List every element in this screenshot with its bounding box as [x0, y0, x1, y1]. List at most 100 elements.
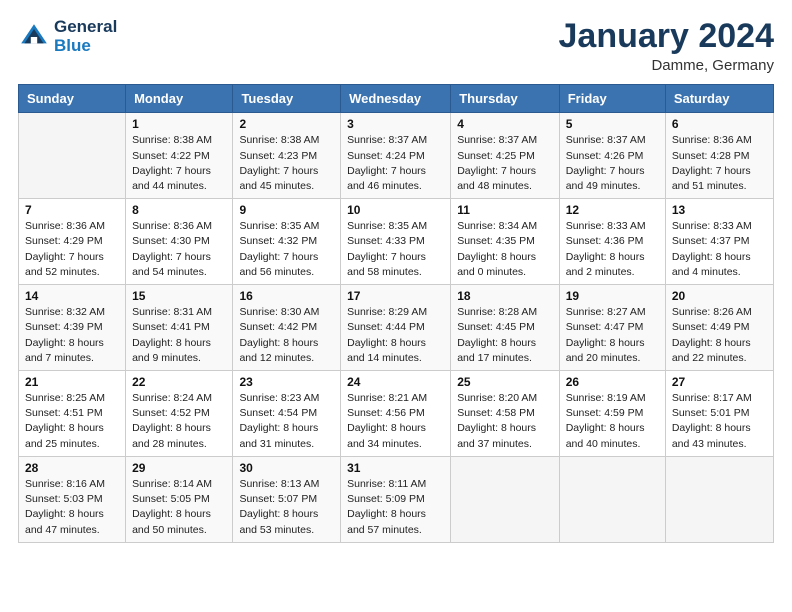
week-row-3: 14 Sunrise: 8:32 AM Sunset: 4:39 PM Dayli… — [19, 285, 774, 371]
calendar-cell: 30Sunrise: 8:13 AM Sunset: 5:07 PM Dayli… — [233, 456, 341, 542]
day-number: 13 — [672, 203, 767, 217]
logo-text: General Blue — [54, 18, 117, 55]
calendar-cell: 14 Sunrise: 8:32 AM Sunset: 4:39 PM Dayli… — [19, 285, 126, 371]
day-number: 18 — [457, 289, 552, 303]
day-info: Sunrise: 8:26 AM Sunset: 4:49 PM Dayligh… — [672, 305, 767, 366]
calendar-cell: 8 Sunrise: 8:36 AM Sunset: 4:30 PM Daylig… — [126, 199, 233, 285]
calendar-cell: 17 Sunrise: 8:29 AM Sunset: 4:44 PM Dayli… — [341, 285, 451, 371]
calendar-table: SundayMondayTuesdayWednesdayThursdayFrid… — [18, 84, 774, 542]
day-number: 27 — [672, 375, 767, 389]
calendar-cell: 13 Sunrise: 8:33 AM Sunset: 4:37 PM Dayli… — [665, 199, 773, 285]
week-row-4: 21 Sunrise: 8:25 AM Sunset: 4:51 PM Dayli… — [19, 371, 774, 457]
day-info: Sunrise: 8:28 AM Sunset: 4:45 PM Dayligh… — [457, 305, 552, 366]
calendar-cell: 10 Sunrise: 8:35 AM Sunset: 4:33 PM Dayli… — [341, 199, 451, 285]
weekday-monday: Monday — [126, 85, 233, 113]
calendar-cell: 3 Sunrise: 8:37 AM Sunset: 4:24 PM Daylig… — [341, 113, 451, 199]
calendar-cell — [559, 456, 665, 542]
day-number: 17 — [347, 289, 444, 303]
weekday-friday: Friday — [559, 85, 665, 113]
day-number: 8 — [132, 203, 226, 217]
calendar-cell: 31Sunrise: 8:11 AM Sunset: 5:09 PM Dayli… — [341, 456, 451, 542]
day-number: 1 — [132, 117, 226, 131]
day-info: Sunrise: 8:37 AM Sunset: 4:25 PM Dayligh… — [457, 133, 552, 194]
day-info: Sunrise: 8:38 AM Sunset: 4:23 PM Dayligh… — [239, 133, 334, 194]
day-info: Sunrise: 8:36 AM Sunset: 4:30 PM Dayligh… — [132, 219, 226, 280]
day-number: 26 — [566, 375, 659, 389]
calendar-cell: 22 Sunrise: 8:24 AM Sunset: 4:52 PM Dayli… — [126, 371, 233, 457]
day-info: Sunrise: 8:19 AM Sunset: 4:59 PM Dayligh… — [566, 391, 659, 452]
calendar-cell: 20 Sunrise: 8:26 AM Sunset: 4:49 PM Dayli… — [665, 285, 773, 371]
day-info: Sunrise: 8:31 AM Sunset: 4:41 PM Dayligh… — [132, 305, 226, 366]
day-info: Sunrise: 8:36 AM Sunset: 4:29 PM Dayligh… — [25, 219, 119, 280]
day-info: Sunrise: 8:37 AM Sunset: 4:24 PM Dayligh… — [347, 133, 444, 194]
day-info: Sunrise: 8:29 AM Sunset: 4:44 PM Dayligh… — [347, 305, 444, 366]
calendar-subtitle: Damme, Germany — [559, 57, 775, 74]
logo: General Blue — [18, 18, 117, 55]
day-number: 11 — [457, 203, 552, 217]
day-number: 9 — [239, 203, 334, 217]
calendar-cell: 18 Sunrise: 8:28 AM Sunset: 4:45 PM Dayli… — [451, 285, 559, 371]
day-number: 6 — [672, 117, 767, 131]
week-row-5: 28Sunrise: 8:16 AM Sunset: 5:03 PM Dayli… — [19, 456, 774, 542]
day-info: Sunrise: 8:32 AM Sunset: 4:39 PM Dayligh… — [25, 305, 119, 366]
calendar-cell: 5 Sunrise: 8:37 AM Sunset: 4:26 PM Daylig… — [559, 113, 665, 199]
calendar-cell: 19Sunrise: 8:27 AM Sunset: 4:47 PM Dayli… — [559, 285, 665, 371]
calendar-cell: 27 Sunrise: 8:17 AM Sunset: 5:01 PM Dayli… — [665, 371, 773, 457]
day-number: 12 — [566, 203, 659, 217]
page: General Blue January 2024 Damme, Germany… — [0, 0, 792, 612]
logo-icon — [18, 21, 50, 53]
day-number: 10 — [347, 203, 444, 217]
day-number: 20 — [672, 289, 767, 303]
day-info: Sunrise: 8:21 AM Sunset: 4:56 PM Dayligh… — [347, 391, 444, 452]
calendar-cell — [19, 113, 126, 199]
day-info: Sunrise: 8:35 AM Sunset: 4:33 PM Dayligh… — [347, 219, 444, 280]
week-row-1: 1 Sunrise: 8:38 AM Sunset: 4:22 PM Daylig… — [19, 113, 774, 199]
header: General Blue January 2024 Damme, Germany — [18, 18, 774, 74]
calendar-cell: 7 Sunrise: 8:36 AM Sunset: 4:29 PM Daylig… — [19, 199, 126, 285]
day-info: Sunrise: 8:30 AM Sunset: 4:42 PM Dayligh… — [239, 305, 334, 366]
day-number: 24 — [347, 375, 444, 389]
weekday-saturday: Saturday — [665, 85, 773, 113]
day-info: Sunrise: 8:36 AM Sunset: 4:28 PM Dayligh… — [672, 133, 767, 194]
calendar-cell: 28Sunrise: 8:16 AM Sunset: 5:03 PM Dayli… — [19, 456, 126, 542]
day-info: Sunrise: 8:24 AM Sunset: 4:52 PM Dayligh… — [132, 391, 226, 452]
title-block: January 2024 Damme, Germany — [559, 18, 775, 74]
weekday-header-row: SundayMondayTuesdayWednesdayThursdayFrid… — [19, 85, 774, 113]
day-number: 21 — [25, 375, 119, 389]
day-info: Sunrise: 8:35 AM Sunset: 4:32 PM Dayligh… — [239, 219, 334, 280]
day-info: Sunrise: 8:14 AM Sunset: 5:05 PM Dayligh… — [132, 477, 226, 538]
day-number: 7 — [25, 203, 119, 217]
weekday-wednesday: Wednesday — [341, 85, 451, 113]
calendar-cell: 23Sunrise: 8:23 AM Sunset: 4:54 PM Dayli… — [233, 371, 341, 457]
weekday-sunday: Sunday — [19, 85, 126, 113]
day-number: 16 — [239, 289, 334, 303]
day-info: Sunrise: 8:17 AM Sunset: 5:01 PM Dayligh… — [672, 391, 767, 452]
day-info: Sunrise: 8:25 AM Sunset: 4:51 PM Dayligh… — [25, 391, 119, 452]
day-number: 3 — [347, 117, 444, 131]
week-row-2: 7 Sunrise: 8:36 AM Sunset: 4:29 PM Daylig… — [19, 199, 774, 285]
day-number: 29 — [132, 461, 226, 475]
calendar-cell: 24 Sunrise: 8:21 AM Sunset: 4:56 PM Dayli… — [341, 371, 451, 457]
day-number: 15 — [132, 289, 226, 303]
calendar-cell: 29 Sunrise: 8:14 AM Sunset: 5:05 PM Dayli… — [126, 456, 233, 542]
day-info: Sunrise: 8:23 AM Sunset: 4:54 PM Dayligh… — [239, 391, 334, 452]
day-number: 22 — [132, 375, 226, 389]
day-info: Sunrise: 8:33 AM Sunset: 4:36 PM Dayligh… — [566, 219, 659, 280]
calendar-cell: 1 Sunrise: 8:38 AM Sunset: 4:22 PM Daylig… — [126, 113, 233, 199]
day-info: Sunrise: 8:38 AM Sunset: 4:22 PM Dayligh… — [132, 133, 226, 194]
day-number: 4 — [457, 117, 552, 131]
calendar-cell: 9 Sunrise: 8:35 AM Sunset: 4:32 PM Daylig… — [233, 199, 341, 285]
day-number: 28 — [25, 461, 119, 475]
calendar-cell: 25Sunrise: 8:20 AM Sunset: 4:58 PM Dayli… — [451, 371, 559, 457]
day-number: 30 — [239, 461, 334, 475]
calendar-cell: 16 Sunrise: 8:30 AM Sunset: 4:42 PM Dayli… — [233, 285, 341, 371]
calendar-title: January 2024 — [559, 18, 775, 55]
calendar-cell — [665, 456, 773, 542]
calendar-cell — [451, 456, 559, 542]
day-info: Sunrise: 8:37 AM Sunset: 4:26 PM Dayligh… — [566, 133, 659, 194]
day-number: 25 — [457, 375, 552, 389]
weekday-tuesday: Tuesday — [233, 85, 341, 113]
day-number: 5 — [566, 117, 659, 131]
day-number: 14 — [25, 289, 119, 303]
day-info: Sunrise: 8:33 AM Sunset: 4:37 PM Dayligh… — [672, 219, 767, 280]
